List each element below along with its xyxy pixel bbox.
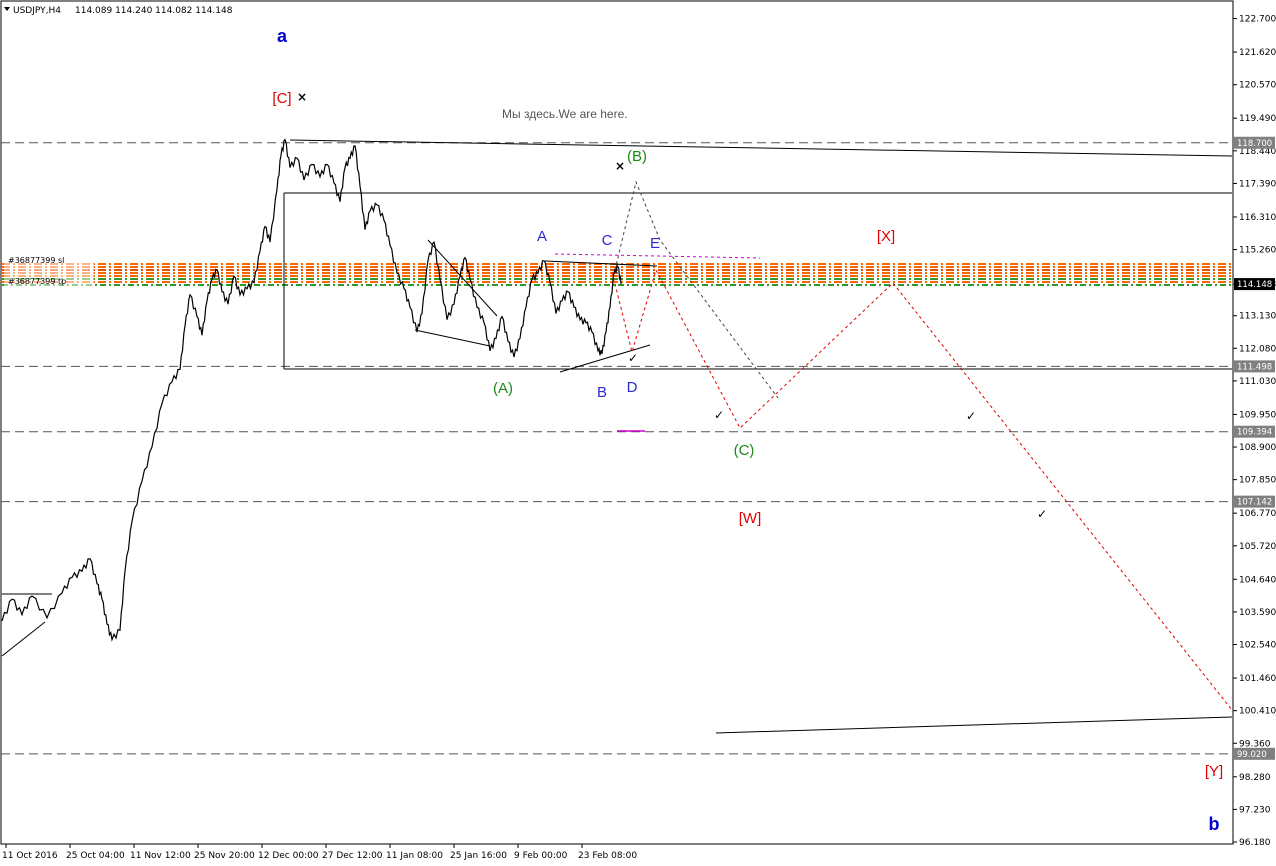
y-tick-label: 119.490 bbox=[1239, 114, 1276, 124]
y-tick-label: 120.570 bbox=[1239, 81, 1276, 91]
x-tick-label: 25 Oct 04:00 bbox=[66, 851, 125, 861]
level-price-tag-text: 99.020 bbox=[1237, 750, 1267, 760]
x-tick-label: 11 Nov 12:00 bbox=[130, 851, 191, 861]
projection-b-path bbox=[614, 180, 779, 399]
trendlines bbox=[1, 139, 1233, 734]
x-tick-label: 25 Nov 20:00 bbox=[194, 851, 255, 861]
level-price-tag-text: 111.498 bbox=[1237, 362, 1272, 372]
wave-label: (A) bbox=[493, 380, 513, 397]
horizontal-levels bbox=[1, 142, 1232, 755]
cross-mark-1: × bbox=[297, 90, 307, 104]
wave-label: a bbox=[277, 26, 288, 46]
wave-label: [C] bbox=[272, 90, 291, 107]
cross-mark-2: × bbox=[615, 159, 625, 173]
wave-label: C bbox=[602, 232, 613, 249]
time-axis: 11 Oct 2016 25 Oct 04:00 11 Nov 12:00 25 No… bbox=[2, 844, 637, 861]
y-tick-label: 106.770 bbox=[1239, 509, 1276, 519]
y-tick-label: 97.230 bbox=[1239, 805, 1271, 815]
wave-label: [X] bbox=[877, 228, 895, 245]
y-tick-label: 102.540 bbox=[1239, 641, 1276, 651]
y-tick-label: 121.620 bbox=[1239, 48, 1276, 58]
ohlc-readout: 114.089 114.240 114.082 114.148 bbox=[75, 6, 233, 16]
triangle-lower-line bbox=[414, 329, 491, 347]
wave-label: [Y] bbox=[1205, 763, 1223, 780]
y-tick-label: 101.460 bbox=[1239, 674, 1276, 684]
check-mark-1: ✓ bbox=[628, 351, 638, 365]
x-tick-label: 12 Dec 00:00 bbox=[258, 851, 319, 861]
wave-label: D bbox=[627, 379, 638, 396]
y-tick-label: 109.950 bbox=[1239, 410, 1276, 420]
projection-wxy-path bbox=[611, 268, 1233, 711]
y-tick-label: 104.640 bbox=[1239, 575, 1276, 585]
wave-label: (C) bbox=[734, 442, 755, 459]
y-tick-label: 113.130 bbox=[1239, 312, 1276, 322]
plot-frame bbox=[0, 0, 1234, 845]
x-tick-label: 27 Dec 12:00 bbox=[322, 851, 383, 861]
order-line-label: #36877399 sl bbox=[8, 256, 64, 265]
y-tick-label: 100.410 bbox=[1239, 707, 1276, 717]
dropdown-triangle-icon[interactable] bbox=[4, 7, 10, 11]
projection-lines bbox=[554, 180, 1233, 711]
level-price-tag-text: 118.700 bbox=[1237, 139, 1272, 149]
abcde-upper-line bbox=[544, 260, 658, 267]
price-series bbox=[1, 138, 622, 642]
y-tick-label: 105.720 bbox=[1239, 542, 1276, 552]
y-tick-label: 115.260 bbox=[1239, 246, 1276, 256]
chart-header: USDJPY,H4 114.089 114.240 114.082 114.14… bbox=[4, 6, 233, 16]
check-mark-4: ✓ bbox=[1037, 507, 1047, 521]
y-tick-label: 96.180 bbox=[1239, 838, 1271, 848]
we-are-here-note: Мы здесь.We are here. bbox=[502, 107, 628, 121]
wave-labels: a [C] (B) A C E [X] (A) B D (C) [W] [Y] b bbox=[272, 26, 1223, 834]
wave-label: [W] bbox=[739, 510, 762, 527]
x-tick-label: 9 Feb 00:00 bbox=[514, 851, 568, 861]
y-tick-label: 116.310 bbox=[1239, 213, 1276, 223]
price-chart[interactable]: USDJPY,H4 114.089 114.240 114.082 114.14… bbox=[0, 0, 1276, 866]
lower-trendline bbox=[715, 716, 1233, 734]
y-tick-label: 111.030 bbox=[1239, 377, 1276, 387]
wave-label: E bbox=[650, 235, 660, 252]
check-mark-2: ✓ bbox=[714, 408, 724, 422]
y-tick-label: 122.700 bbox=[1239, 15, 1276, 25]
x-tick-label: 11 Oct 2016 bbox=[2, 851, 58, 861]
y-tick-label: 112.080 bbox=[1239, 344, 1276, 354]
y-tick-label: 98.280 bbox=[1239, 773, 1271, 783]
wave-label: B bbox=[597, 384, 607, 401]
y-tick-label: 103.590 bbox=[1239, 608, 1276, 618]
x-tick-label: 11 Jan 08:00 bbox=[386, 851, 443, 861]
wave-label: A bbox=[537, 228, 547, 245]
order-line-label: #36877399 tp bbox=[8, 277, 66, 286]
level-price-tag-text: 109.394 bbox=[1237, 428, 1272, 438]
y-tick-label: 107.850 bbox=[1239, 476, 1276, 486]
x-tick-label: 23 Feb 08:00 bbox=[578, 851, 637, 861]
oct-trendline-low bbox=[1, 621, 46, 657]
current-price-tag-text: 114.148 bbox=[1237, 280, 1272, 290]
wave-label: b bbox=[1209, 814, 1220, 834]
y-tick-label: 117.390 bbox=[1239, 179, 1276, 189]
order-lines: #36877399 sl #36877399 tp bbox=[2, 256, 1232, 286]
y-tick-label: 108.900 bbox=[1239, 443, 1276, 453]
symbol-label: USDJPY,H4 bbox=[13, 6, 61, 16]
wave-label: (B) bbox=[627, 148, 647, 165]
y-tick-label: 99.360 bbox=[1239, 739, 1271, 749]
x-tick-label: 25 Jan 16:00 bbox=[450, 851, 507, 861]
level-price-tag-text: 107.142 bbox=[1237, 498, 1272, 508]
check-mark-3: ✓ bbox=[966, 409, 976, 423]
projection-e-line bbox=[554, 253, 761, 259]
